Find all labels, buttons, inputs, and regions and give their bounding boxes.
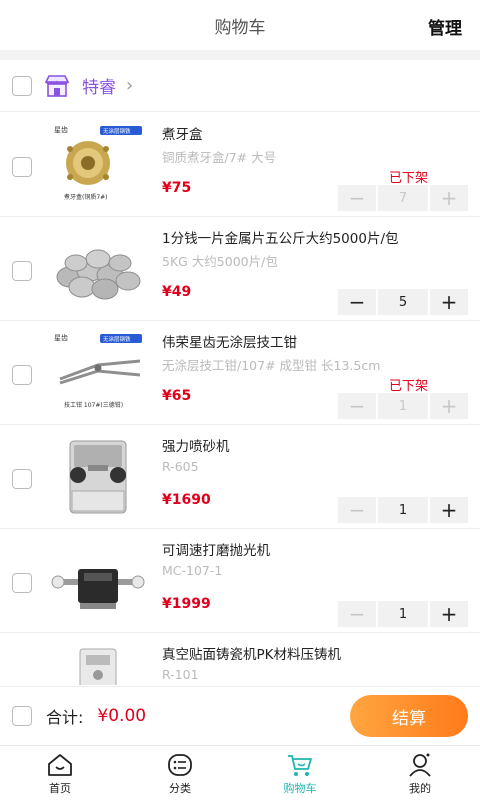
item-price: ¥49 xyxy=(162,284,192,300)
tab-category[interactable]: 分类 xyxy=(120,746,240,800)
product-image[interactable] xyxy=(50,643,146,685)
profile-icon xyxy=(409,753,431,777)
item-price: ¥65 xyxy=(162,388,192,404)
tab-home[interactable]: 首页 xyxy=(0,746,120,800)
thumb-tag: 无涂层钢铁 xyxy=(103,335,131,343)
decrease-button[interactable]: − xyxy=(338,601,376,627)
item-name[interactable]: 伟荣星齿无涂层技工钳 xyxy=(162,331,472,351)
thumb-brand: 星齿 xyxy=(54,334,68,342)
item-name[interactable]: 可调速打磨抛光机 xyxy=(162,539,472,559)
item-checkbox[interactable] xyxy=(12,573,32,593)
quantity-value[interactable]: 1 xyxy=(378,497,428,523)
total-label: 合计: xyxy=(46,707,84,727)
item-name[interactable]: 1分钱一片金属片五公斤大约5000片/包 xyxy=(162,227,472,247)
item-price: ¥1999 xyxy=(162,596,211,612)
cart-item: 1分钱一片金属片五公斤大约5000片/包 5KG 大约5000片/包 ¥49 −… xyxy=(0,217,480,321)
cart-item: 强力喷砂机 R-605 ¥1690 − 1 + xyxy=(0,425,480,529)
product-image[interactable]: 星齿 无涂层钢铁 技工钳 107#(三德钳) xyxy=(50,331,146,413)
category-icon xyxy=(168,753,192,776)
thumb-caption: 技工钳 107#(三德钳) xyxy=(64,401,123,409)
item-spec: R-605 xyxy=(162,459,199,474)
quantity-stepper: − 1 + xyxy=(338,393,468,419)
quantity-stepper: − 5 + xyxy=(338,289,468,315)
tab-label: 分类 xyxy=(169,781,191,795)
checkout-bar: 合计: ¥0.00 结算 xyxy=(0,686,480,744)
item-spec: 无涂层技工钳/107# 成型钳 长13.5cm xyxy=(162,358,381,373)
product-image[interactable] xyxy=(50,435,146,517)
cart-item: 星齿 无涂层钢铁 技工钳 107#(三德钳) 伟荣星齿无涂层技工钳 无涂层技工钳… xyxy=(0,321,480,425)
page-title: 购物车 xyxy=(214,17,266,38)
increase-button[interactable]: + xyxy=(430,497,468,523)
item-price: ¥75 xyxy=(162,180,192,196)
item-spec: R-101 xyxy=(162,667,199,682)
header: 购物车 管理 xyxy=(0,0,480,50)
increase-button[interactable]: + xyxy=(430,601,468,627)
cart-screen: 购物车 管理 特睿 › 星齿 无涂层钢铁 煮牙盒(铜质7#) 煮牙盒 铜质煮牙盒… xyxy=(0,0,480,800)
increase-button[interactable]: + xyxy=(430,393,468,419)
store-checkbox[interactable] xyxy=(12,75,32,96)
item-name[interactable]: 煮牙盒 xyxy=(162,123,472,143)
decrease-button[interactable]: − xyxy=(338,393,376,419)
item-name[interactable]: 强力喷砂机 xyxy=(162,435,472,455)
cart-item-list: 星齿 无涂层钢铁 煮牙盒(铜质7#) 煮牙盒 铜质煮牙盒/7# 大号 ¥75 已… xyxy=(0,113,480,685)
thumb-tag: 无涂层钢铁 xyxy=(103,127,131,135)
item-name[interactable]: 真空贴面铸瓷机PK材料压铸机 xyxy=(162,643,472,663)
cart-item: 星齿 无涂层钢铁 煮牙盒(铜质7#) 煮牙盒 铜质煮牙盒/7# 大号 ¥75 已… xyxy=(0,113,480,217)
quantity-value[interactable]: 7 xyxy=(378,185,428,211)
total-value: ¥0.00 xyxy=(97,705,147,726)
store-row[interactable]: 特睿 › xyxy=(0,60,480,112)
off-shelf-label: 已下架 xyxy=(388,171,428,186)
cart-item: 可调速打磨抛光机 MC-107-1 ¥1999 − 1 + xyxy=(0,529,480,633)
chevron-right-icon: › xyxy=(126,75,134,96)
quantity-stepper: − 1 + xyxy=(338,601,468,627)
tab-profile[interactable]: 我的 xyxy=(360,746,480,800)
store-name[interactable]: 特睿 xyxy=(82,73,116,98)
tab-label: 首页 xyxy=(49,781,71,795)
thumb-caption: 煮牙盒(铜质7#) xyxy=(64,193,108,201)
product-image[interactable] xyxy=(50,227,146,309)
tab-label: 购物车 xyxy=(283,781,317,795)
cart-item: 真空贴面铸瓷机PK材料压铸机 R-101 xyxy=(0,633,480,685)
quantity-stepper: − 1 + xyxy=(338,497,468,523)
manage-button[interactable]: 管理 xyxy=(428,14,462,39)
decrease-button[interactable]: − xyxy=(338,289,376,315)
item-spec: MC-107-1 xyxy=(162,563,223,578)
bottom-tab-bar: 首页 分类 购物车 我的 xyxy=(0,745,480,800)
item-spec: 5KG 大约5000片/包 xyxy=(162,254,278,269)
decrease-button[interactable]: − xyxy=(338,185,376,211)
quantity-value[interactable]: 5 xyxy=(378,289,428,315)
tab-label: 我的 xyxy=(409,781,431,795)
cart-icon xyxy=(288,754,312,776)
item-checkbox[interactable] xyxy=(12,469,32,489)
quantity-value[interactable]: 1 xyxy=(378,601,428,627)
increase-button[interactable]: + xyxy=(430,185,468,211)
tab-cart[interactable]: 购物车 xyxy=(240,746,360,800)
item-spec: 铜质煮牙盒/7# 大号 xyxy=(162,150,277,165)
divider xyxy=(0,50,480,60)
product-image[interactable] xyxy=(50,539,146,621)
item-price: ¥1690 xyxy=(162,492,211,508)
checkout-button[interactable]: 结算 xyxy=(350,695,468,737)
select-all-checkbox[interactable] xyxy=(12,705,32,726)
quantity-stepper: − 7 + xyxy=(338,185,468,211)
increase-button[interactable]: + xyxy=(430,289,468,315)
quantity-value[interactable]: 1 xyxy=(378,393,428,419)
thumb-brand: 星齿 xyxy=(54,126,68,134)
off-shelf-label: 已下架 xyxy=(388,379,428,394)
decrease-button[interactable]: − xyxy=(338,497,376,523)
shop-icon xyxy=(44,74,70,97)
item-checkbox[interactable] xyxy=(12,157,32,177)
item-checkbox[interactable] xyxy=(12,261,32,281)
home-icon xyxy=(48,753,72,776)
item-checkbox[interactable] xyxy=(12,365,32,385)
product-image[interactable]: 星齿 无涂层钢铁 煮牙盒(铜质7#) xyxy=(50,123,146,205)
